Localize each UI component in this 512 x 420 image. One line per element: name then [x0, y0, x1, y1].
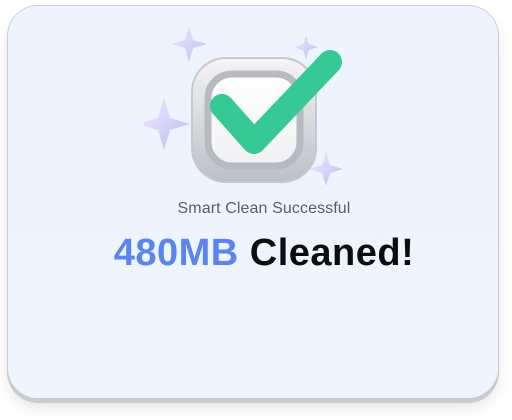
success-illustration	[144, 26, 343, 186]
success-subtitle: Smart Clean Successful	[177, 200, 351, 217]
sparkle-icon	[144, 98, 190, 150]
cleaned-label: Cleaned!	[249, 232, 415, 274]
checkmark-badge-icon	[191, 50, 342, 183]
cleaned-amount: 480MB	[113, 232, 239, 274]
cleaned-headline: 480MB Cleaned!	[8, 230, 512, 276]
sparkle-icon	[294, 35, 318, 59]
sparkle-icon	[171, 26, 207, 62]
success-card: Smart Clean Successful 480MB Cleaned!	[8, 6, 498, 398]
success-hero	[144, 20, 368, 190]
